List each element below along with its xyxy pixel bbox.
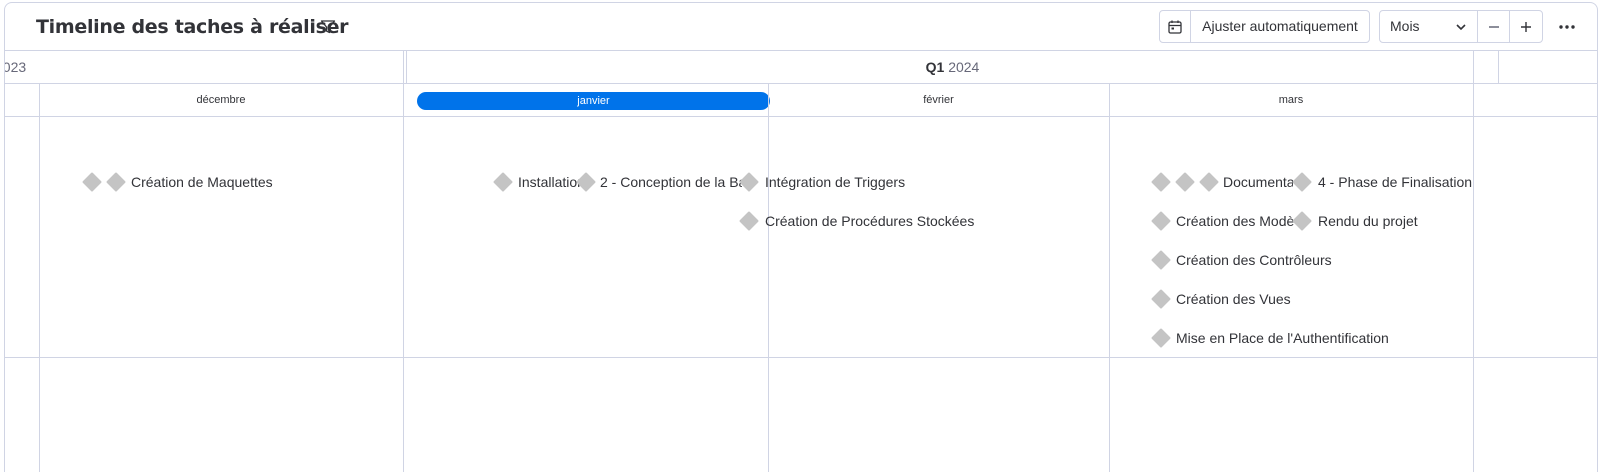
grid-line [403, 51, 404, 472]
zoom-out-button[interactable] [1478, 11, 1510, 42]
milestone-diamond[interactable] [82, 172, 102, 192]
milestone-diamond[interactable] [106, 172, 126, 192]
task-label[interactable]: Intégration de Triggers [765, 173, 905, 191]
zoom-in-button[interactable] [1510, 11, 1542, 42]
milestone-diamond[interactable] [1151, 250, 1171, 270]
milestone-diamond[interactable] [1151, 328, 1171, 348]
milestone-diamond[interactable] [1199, 172, 1219, 192]
autofit-button-group: Ajuster automatiquement [1159, 10, 1370, 43]
task-label[interactable]: Rendu du projet [1318, 212, 1418, 230]
month-header-row: décembre février mars [5, 84, 1597, 117]
page-title: Timeline des taches à réaliser [36, 16, 349, 38]
task-label[interactable]: 2 - Conception de la Base [600, 173, 742, 191]
task-label[interactable]: 4 - Phase de Finalisation [1318, 173, 1473, 191]
grid-line [1473, 51, 1474, 472]
current-month-highlight: janvier [417, 92, 770, 110]
milestone-diamond[interactable] [739, 211, 759, 231]
milestone-diamond[interactable] [1175, 172, 1195, 192]
chevron-down-icon [1456, 24, 1466, 31]
milestone-diamond[interactable] [493, 172, 513, 192]
timeline-board: Timeline des taches à réaliser Ajuster a… [4, 2, 1598, 472]
grid-line [1109, 84, 1110, 472]
scale-select[interactable]: Mois [1380, 11, 1478, 42]
month-header-february: février [923, 94, 954, 106]
quarter-label: Q1 [925, 59, 945, 75]
month-header-december: décembre [196, 94, 246, 106]
plus-icon [1521, 21, 1531, 32]
grid-line [39, 84, 40, 472]
autofit-button[interactable]: Ajuster automatiquement [1191, 11, 1369, 42]
milestone-diamond[interactable] [739, 172, 759, 192]
board-header: Timeline des taches à réaliser Ajuster a… [5, 3, 1597, 51]
scale-select-value: Mois [1390, 18, 1420, 34]
task-label[interactable]: Mise en Place de l'Authentification [1176, 329, 1389, 347]
task-label[interactable]: Création des Contrôleurs [1176, 251, 1332, 269]
group-divider [5, 357, 1597, 358]
milestone-diamond[interactable] [1292, 211, 1312, 231]
minus-icon [1488, 25, 1499, 28]
quarter-current: Q1 2024 [407, 51, 1499, 83]
task-label[interactable]: Création de Procédures Stockées [765, 212, 974, 230]
task-label[interactable]: Création de Maquettes [131, 173, 273, 191]
task-label[interactable]: Documentation [1223, 173, 1293, 191]
grid-line [768, 84, 769, 472]
more-options-icon[interactable] [1556, 17, 1578, 37]
task-label[interactable]: Création des Modèles [1176, 212, 1294, 230]
milestone-diamond[interactable] [1151, 172, 1171, 192]
quarter-previous: 2023 [5, 51, 407, 83]
filter-icon[interactable] [319, 18, 337, 36]
quarter-header-row: 2023 Q1 2024 [5, 51, 1597, 84]
zoom-controls: Mois [1379, 10, 1543, 43]
quarter-year: 2024 [948, 59, 980, 75]
calendar-icon[interactable] [1160, 11, 1191, 42]
milestone-diamond[interactable] [1151, 289, 1171, 309]
milestone-diamond[interactable] [1292, 172, 1312, 192]
month-header-march: mars [1278, 94, 1304, 106]
milestone-diamond[interactable] [1151, 211, 1171, 231]
task-label[interactable]: Installation [518, 173, 580, 191]
task-label[interactable]: Création des Vues [1176, 290, 1291, 308]
